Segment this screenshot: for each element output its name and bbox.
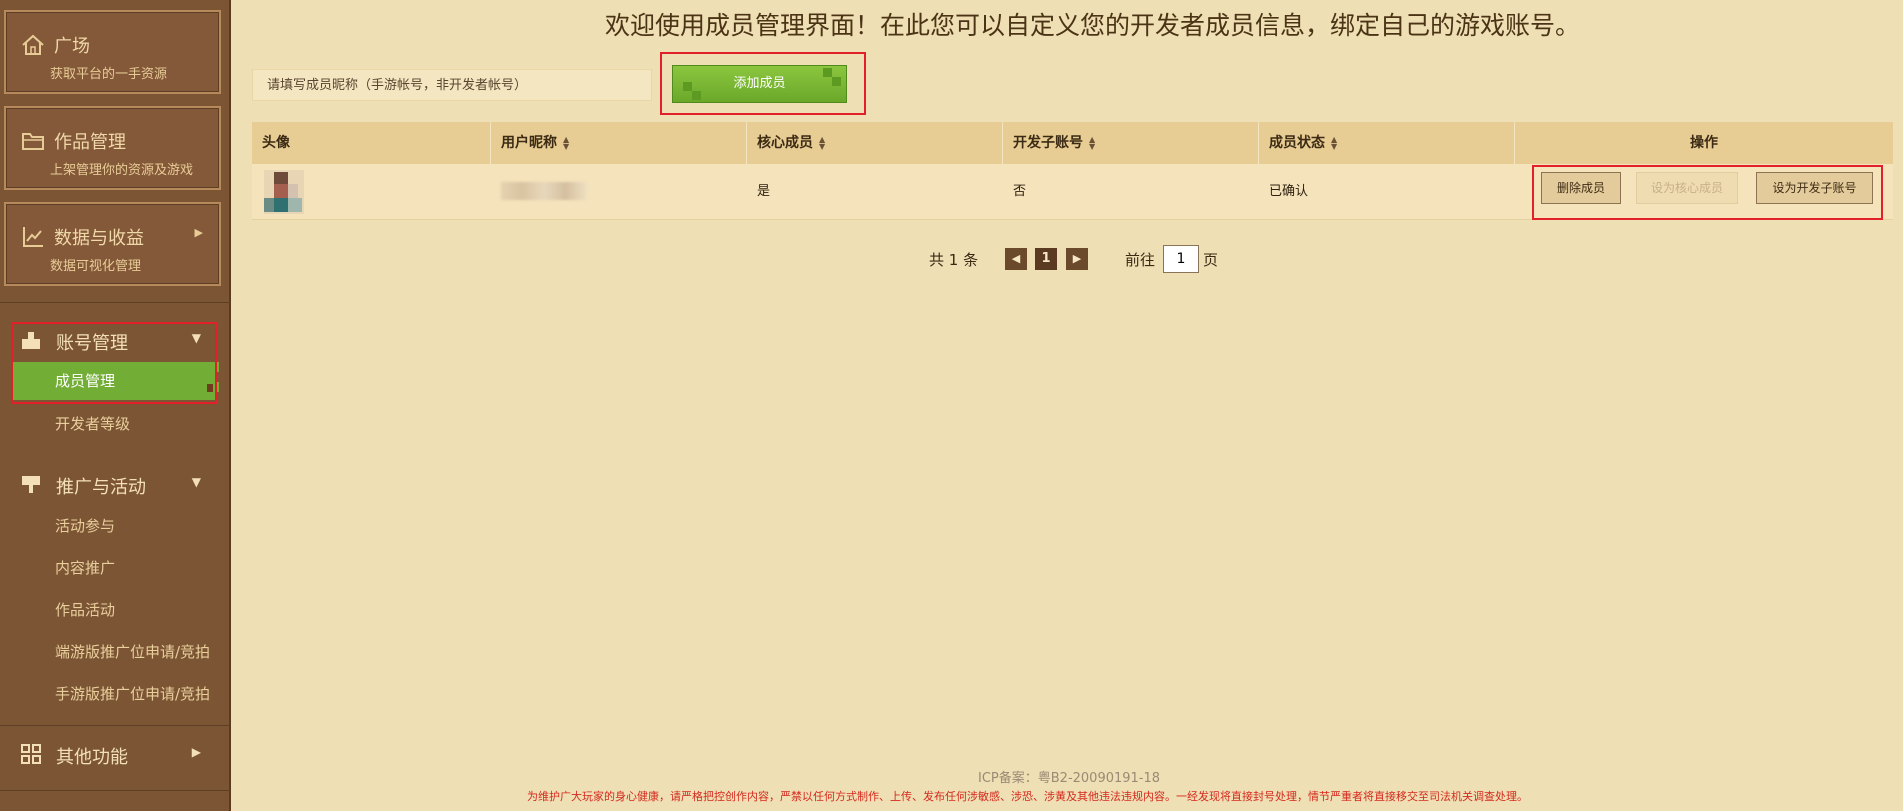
sidebar-item-label: 作品活动 — [55, 601, 116, 619]
nav-card-works[interactable]: 作品管理 上架管理你的资源及游戏 — [4, 106, 221, 190]
prev-page-button[interactable]: ◀ — [1005, 248, 1027, 270]
column-header-nickname[interactable]: 用户昵称 ▲ ▼ — [491, 122, 747, 164]
total-count: 共 1 条 — [929, 251, 979, 269]
section-label: 其他功能 — [56, 747, 128, 768]
sidebar-divider — [0, 725, 231, 726]
set-core-member-button[interactable]: 设为核心成员 — [1636, 172, 1738, 204]
section-label: 账号管理 — [56, 333, 128, 354]
column-header-avatar: 头像 — [252, 122, 491, 164]
cell-sub-account: 否 — [1013, 184, 1027, 199]
folder-icon — [22, 133, 44, 150]
sidebar-item-label: 内容推广 — [55, 559, 116, 577]
chart-icon — [23, 227, 43, 247]
nav-card-title: 数据与收益 — [54, 228, 144, 249]
content-warning: 为维护广大玩家的身心健康，请严格把控创作内容，严禁以任何方式制作、上传、发布任何… — [527, 790, 1528, 803]
chevron-right-icon: ▶ — [194, 226, 203, 239]
cell-status: 已确认 — [1269, 184, 1309, 199]
add-member-button[interactable]: 添加成员 — [672, 65, 847, 103]
sidebar-item-mobile-slot[interactable]: 手游版推广位申请/竞拍 — [0, 675, 229, 713]
grid-icon — [21, 744, 41, 764]
sort-icon[interactable]: ▲ ▼ — [1331, 136, 1341, 151]
section-label: 推广与活动 — [56, 477, 146, 498]
column-header-label: 核心成员 — [757, 135, 813, 151]
set-sub-account-button[interactable]: 设为开发子账号 — [1756, 172, 1873, 204]
table-header: 头像 用户昵称 ▲ ▼ 核心成员 ▲ ▼ 开发子账号 ▲ ▼ 成员状态 ▲ ▼ 操作 — [252, 122, 1893, 164]
nav-card-plaza[interactable]: 广场 获取平台的一手资源 — [4, 10, 221, 94]
pixel-decoration — [209, 362, 219, 372]
member-search-input[interactable] — [252, 69, 652, 101]
icp-record: ICP备案：粤B2-20090191-18 — [978, 771, 1161, 786]
account-icon — [22, 332, 40, 349]
cell-core: 是 — [757, 184, 771, 199]
caret-down-icon: ▼ — [191, 331, 201, 345]
nav-card-title: 作品管理 — [54, 132, 126, 153]
blurred-nickname — [501, 182, 587, 200]
pixel-decoration — [207, 384, 213, 392]
sidebar-item-label: 端游版推广位申请/竞拍 — [55, 643, 211, 661]
sidebar-item-label: 开发者等级 — [55, 415, 131, 433]
nav-card-data[interactable]: 数据与收益 数据可视化管理 ▶ — [4, 202, 221, 286]
page-number-button[interactable]: 1 — [1035, 248, 1057, 270]
column-header-label: 用户昵称 — [501, 135, 557, 151]
sidebar-item-pc-slot[interactable]: 端游版推广位申请/竞拍 — [0, 633, 229, 671]
sidebar-item-works-activity[interactable]: 作品活动 — [0, 591, 229, 629]
nav-card-title: 广场 — [54, 36, 90, 57]
sidebar-divider — [0, 302, 231, 303]
delete-member-button[interactable]: 删除成员 — [1541, 172, 1621, 204]
sort-icon[interactable]: ▲ ▼ — [563, 136, 573, 151]
column-header-core[interactable]: 核心成员 ▲ ▼ — [747, 122, 1003, 164]
goto-label: 前往 — [1125, 251, 1156, 269]
column-header-sub-account[interactable]: 开发子账号 ▲ ▼ — [1003, 122, 1259, 164]
nav-card-subtitle: 获取平台的一手资源 — [50, 67, 168, 82]
sidebar-item-member-management[interactable]: 成员管理 — [13, 362, 215, 400]
section-account[interactable]: 账号管理 ▼ — [0, 322, 229, 358]
sidebar-item-label: 活动参与 — [55, 517, 116, 535]
page-unit-label: 页 — [1203, 251, 1219, 269]
column-header-label: 成员状态 — [1269, 135, 1325, 151]
nav-card-subtitle: 上架管理你的资源及游戏 — [50, 163, 194, 178]
sidebar-item-content-promo[interactable]: 内容推广 — [0, 549, 229, 587]
sidebar-item-activity[interactable]: 活动参与 — [0, 507, 229, 545]
sort-icon[interactable]: ▲ ▼ — [819, 136, 829, 151]
chevron-right-icon: ▶ — [191, 745, 201, 759]
caret-down-icon: ▼ — [191, 475, 201, 489]
column-header-actions: 操作 — [1515, 122, 1893, 164]
flag-icon — [22, 476, 40, 493]
sidebar: 广场 获取平台的一手资源 作品管理 上架管理你的资源及游戏 数据与收益 数据可视… — [0, 0, 231, 811]
cell-nickname — [491, 164, 747, 220]
column-header-status[interactable]: 成员状态 ▲ ▼ — [1259, 122, 1515, 164]
sidebar-divider — [0, 790, 231, 791]
add-member-label: 添加成员 — [733, 76, 786, 91]
section-promotion[interactable]: 推广与活动 ▼ — [0, 466, 229, 502]
cell-actions: 删除成员 设为核心成员 设为开发子账号 — [1515, 164, 1893, 220]
pixel-decoration — [683, 82, 692, 91]
avatar — [264, 170, 304, 214]
sidebar-item-label: 成员管理 — [55, 372, 116, 390]
sidebar-item-label: 手游版推广位申请/竞拍 — [55, 685, 211, 703]
table-row: 是 否 已确认 删除成员 设为核心成员 设为开发子账号 — [252, 164, 1893, 220]
nav-card-subtitle: 数据可视化管理 — [50, 259, 142, 274]
page-jump-input[interactable] — [1163, 245, 1199, 273]
sidebar-item-dev-level[interactable]: 开发者等级 — [0, 405, 229, 443]
home-icon — [22, 34, 44, 55]
column-header-label: 操作 — [1690, 135, 1718, 151]
page-title: 欢迎使用成员管理界面！在此您可以自定义您的开发者成员信息，绑定自己的游戏账号。 — [605, 11, 1581, 40]
pixel-decoration — [823, 68, 832, 77]
sort-icon[interactable]: ▲ ▼ — [1089, 136, 1099, 151]
column-header-label: 头像 — [262, 135, 290, 151]
pixel-decoration — [692, 91, 701, 100]
section-other[interactable]: 其他功能 ▶ — [0, 736, 229, 772]
column-header-label: 开发子账号 — [1013, 135, 1083, 151]
pixel-decoration — [832, 77, 841, 86]
cell-avatar — [252, 164, 491, 220]
next-page-button[interactable]: ▶ — [1066, 248, 1088, 270]
